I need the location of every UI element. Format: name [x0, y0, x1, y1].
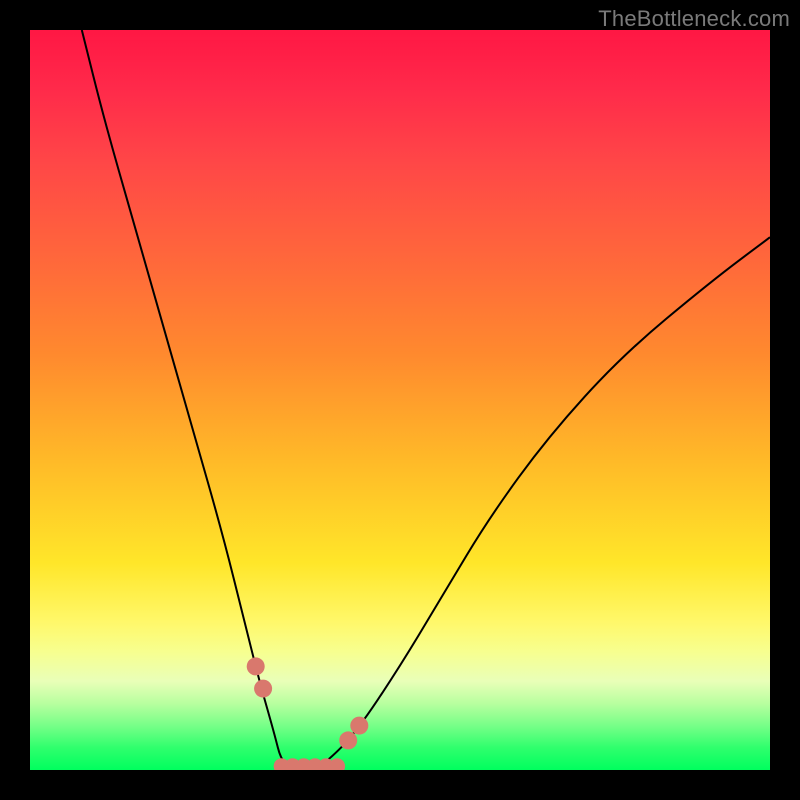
floor-dot [329, 758, 345, 770]
floor-dots [274, 758, 346, 770]
watermark-text: TheBottleneck.com [598, 6, 790, 32]
curve-marker [350, 717, 368, 735]
curve-svg [30, 30, 770, 770]
curve-marker [254, 680, 272, 698]
curve-marker [339, 731, 357, 749]
curve-marker [247, 657, 265, 675]
bottleneck-curve [82, 30, 770, 770]
plot-area [30, 30, 770, 770]
chart-frame: TheBottleneck.com [0, 0, 800, 800]
